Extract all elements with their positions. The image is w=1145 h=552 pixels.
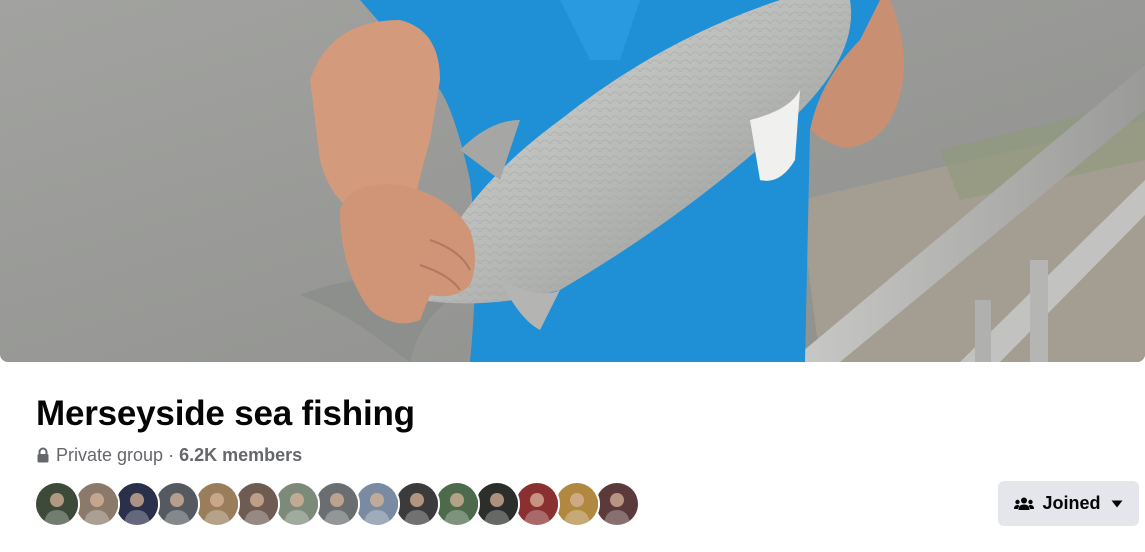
group-page: Merseyside sea fishing Private group · 6… xyxy=(0,0,1145,552)
meta-separator: · xyxy=(168,444,175,465)
avatar-photo xyxy=(516,483,558,525)
member-avatar-6[interactable] xyxy=(234,481,280,527)
avatar-photo xyxy=(396,483,438,525)
member-avatar-7[interactable] xyxy=(274,481,320,527)
group-members-icon xyxy=(1014,497,1035,510)
avatar-photo xyxy=(76,483,118,525)
avatar-photo xyxy=(596,483,638,525)
caret-down-icon xyxy=(1111,500,1122,507)
member-avatar-10[interactable] xyxy=(394,481,440,527)
avatar-photo xyxy=(36,483,78,525)
member-avatar-2[interactable] xyxy=(74,481,120,527)
group-meta: Private group · 6.2K members xyxy=(36,443,302,467)
avatar-photo xyxy=(556,483,598,525)
avatar-photo xyxy=(196,483,238,525)
member-avatar-14[interactable] xyxy=(554,481,600,527)
member-avatar-15[interactable] xyxy=(594,481,640,527)
avatar-photo xyxy=(236,483,278,525)
avatar-photo xyxy=(436,483,478,525)
avatar-photo xyxy=(156,483,198,525)
member-avatar-12[interactable] xyxy=(474,481,520,527)
member-avatar-8[interactable] xyxy=(314,481,360,527)
member-avatar-3[interactable] xyxy=(114,481,160,527)
member-avatar-11[interactable] xyxy=(434,481,480,527)
group-title[interactable]: Merseyside sea fishing xyxy=(36,392,415,436)
member-count-link[interactable]: 6.2K members xyxy=(179,445,302,466)
joined-label: Joined xyxy=(1042,493,1101,513)
member-avatar-1[interactable] xyxy=(34,481,80,527)
lock-icon xyxy=(37,447,49,463)
avatar-photo xyxy=(476,483,518,525)
avatar-photo xyxy=(116,483,158,525)
avatar-photo xyxy=(276,483,318,525)
joined-button[interactable]: Joined xyxy=(998,481,1139,526)
avatar-photo xyxy=(356,483,398,525)
cover-photo[interactable] xyxy=(0,0,1145,362)
member-avatar-13[interactable] xyxy=(514,481,560,527)
member-avatars xyxy=(34,481,640,527)
member-avatar-9[interactable] xyxy=(354,481,400,527)
cover-photo-image xyxy=(0,0,1145,362)
privacy-label: Private group xyxy=(56,444,164,465)
member-avatar-4[interactable] xyxy=(154,481,200,527)
avatar-photo xyxy=(316,483,358,525)
member-avatar-5[interactable] xyxy=(194,481,240,527)
